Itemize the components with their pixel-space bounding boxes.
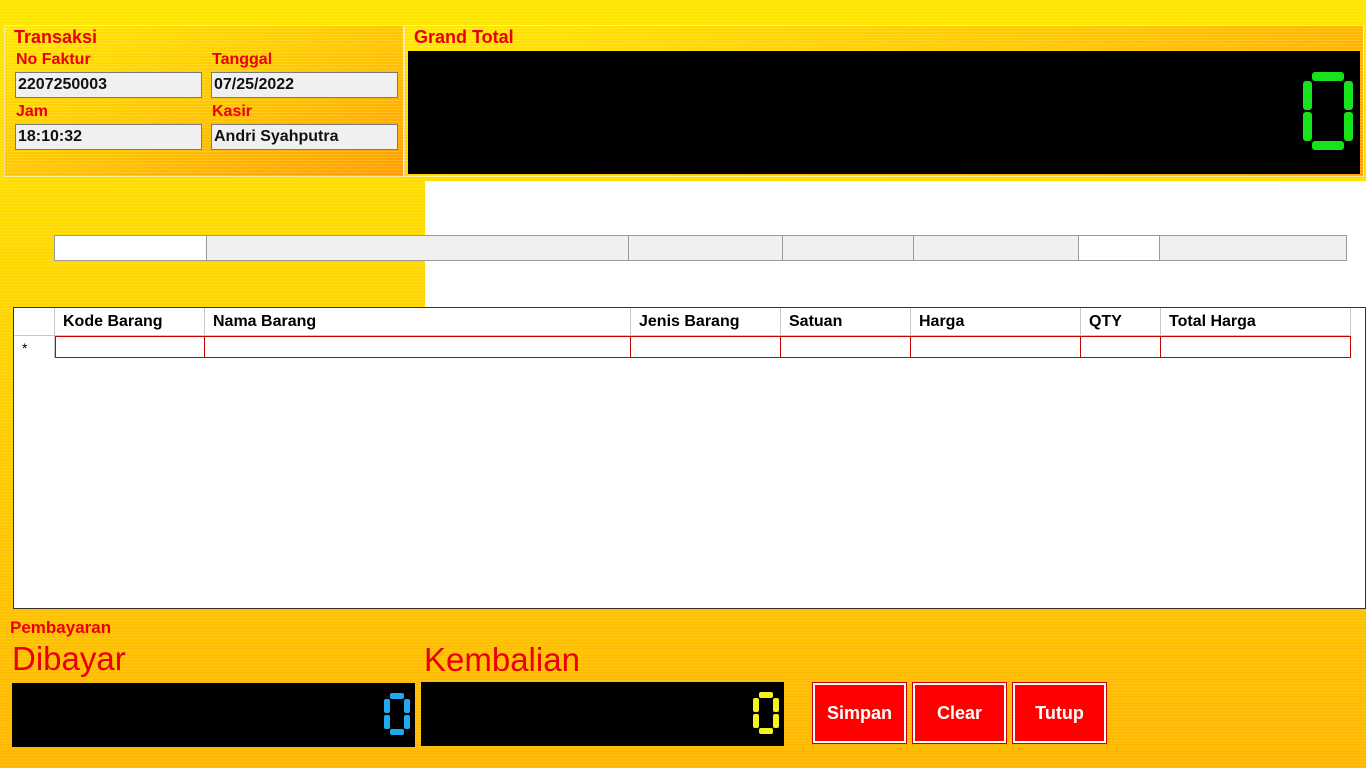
no-faktur-label: No Faktur (16, 51, 91, 68)
clear-button[interactable]: Clear (912, 682, 1007, 744)
simpan-button[interactable]: Simpan (812, 682, 907, 744)
digit-segment (759, 692, 773, 698)
grid-header-jenis-barang[interactable]: Jenis Barang (631, 308, 781, 336)
kasir-field[interactable]: Andri Syahputra (211, 124, 398, 150)
digit-segment (1344, 112, 1353, 141)
jam-field[interactable]: 18:10:32 (15, 124, 202, 150)
digit-segment (1344, 81, 1353, 110)
no-faktur-field[interactable]: 2207250003 (15, 72, 202, 98)
grand-total-title: Grand Total (414, 27, 514, 47)
items-grid[interactable]: Kode Barang Nama Barang Jenis Barang Sat… (13, 307, 1366, 609)
grid-new-row-marker[interactable]: * (14, 336, 55, 358)
digit-segment (1312, 141, 1344, 150)
digit-segment (1312, 72, 1344, 81)
digit-segment (404, 715, 410, 729)
digit-segment (753, 698, 759, 712)
grid-header-satuan[interactable]: Satuan (781, 308, 911, 336)
dibayar-digit (384, 693, 410, 735)
grid-cell-total-harga[interactable] (1160, 336, 1351, 358)
grid-header-qty[interactable]: QTY (1081, 308, 1161, 336)
kembalian-label: Kembalian (424, 641, 580, 678)
tanggal-field[interactable]: 07/25/2022 (211, 72, 398, 98)
grid-header-total-harga[interactable]: Total Harga (1161, 308, 1351, 336)
grid-cell-satuan[interactable] (780, 336, 911, 358)
digit-segment (390, 729, 404, 735)
transaksi-title: Transaksi (14, 27, 98, 47)
input-qty[interactable] (1078, 235, 1160, 261)
digit-segment (390, 693, 404, 699)
input-kode-barang[interactable] (54, 235, 207, 261)
digit-segment (753, 714, 759, 728)
digit-segment (759, 728, 773, 734)
digit-segment (773, 698, 779, 712)
digit-segment (384, 715, 390, 729)
input-nama-barang[interactable] (206, 235, 629, 261)
kasir-label: Kasir (212, 103, 253, 120)
digit-segment (384, 699, 390, 713)
grid-cell-nama-barang[interactable] (204, 336, 631, 358)
jam-label: Jam (16, 103, 49, 120)
grid-cell-harga[interactable] (910, 336, 1081, 358)
input-harga[interactable] (913, 235, 1079, 261)
tanggal-label: Tanggal (212, 51, 273, 68)
digit-segment (773, 714, 779, 728)
pembayaran-title: Pembayaran (10, 618, 112, 637)
grid-cell-jenis-barang[interactable] (630, 336, 781, 358)
digit-segment (1303, 81, 1312, 110)
grid-header-kode-barang[interactable]: Kode Barang (55, 308, 205, 336)
grid-cell-qty[interactable] (1080, 336, 1161, 358)
grand-total-display: 0 (408, 51, 1360, 174)
grid-row-header-corner (14, 308, 55, 336)
grand-total-digit (1303, 72, 1353, 150)
input-total-harga[interactable] (1159, 235, 1347, 261)
dibayar-label: Dibayar (12, 640, 126, 677)
digit-segment (1303, 112, 1312, 141)
digit-segment (404, 699, 410, 713)
kembalian-display: 0 (421, 682, 784, 746)
grid-header-nama-barang[interactable]: Nama Barang (205, 308, 631, 336)
input-satuan[interactable] (782, 235, 914, 261)
kembalian-digit (753, 692, 779, 734)
input-jenis-barang[interactable] (628, 235, 783, 261)
grid-cell-kode-barang[interactable] (55, 336, 205, 358)
dibayar-display[interactable]: 0 (12, 683, 415, 747)
tutup-button[interactable]: Tutup (1012, 682, 1107, 744)
grid-header-harga[interactable]: Harga (911, 308, 1081, 336)
